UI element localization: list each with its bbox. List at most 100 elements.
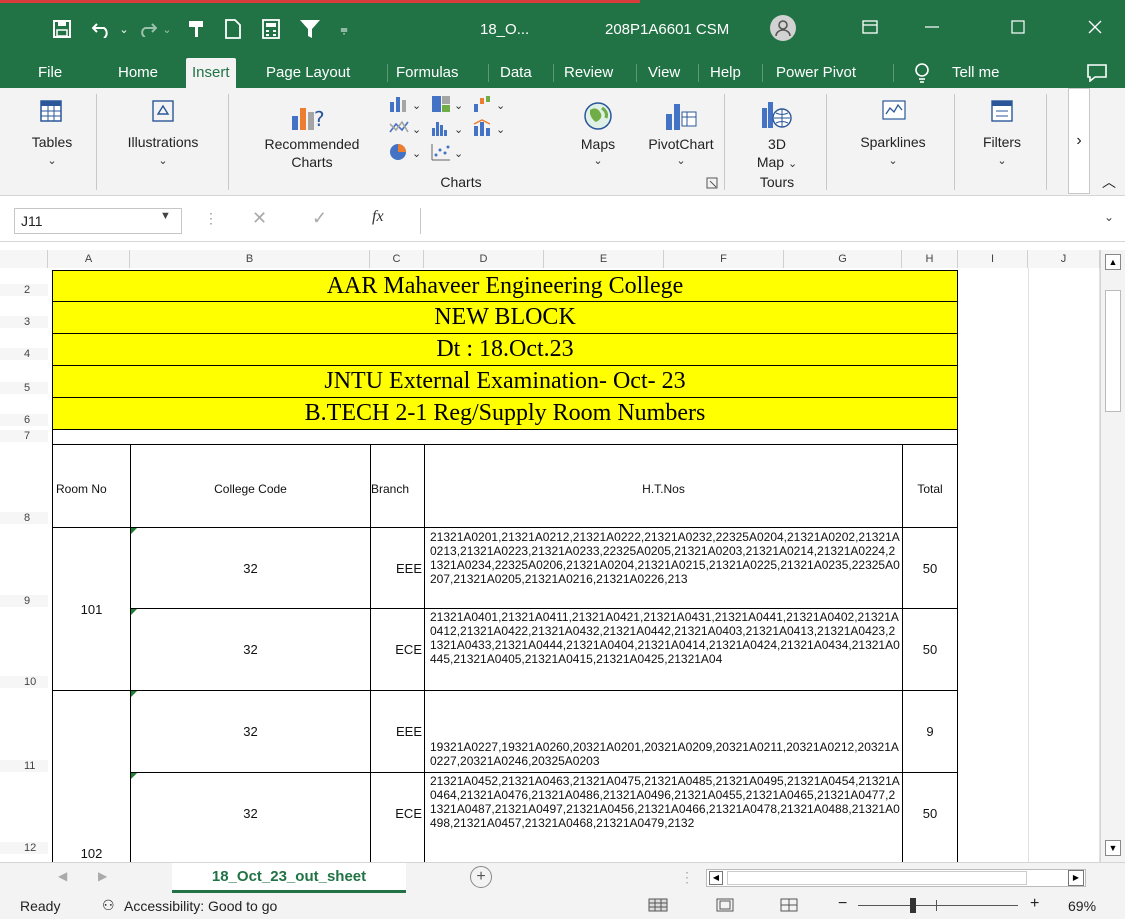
accessibility-icon[interactable]: ⚇ [102, 897, 115, 914]
page-break-view-icon[interactable] [780, 898, 798, 915]
row-header-9[interactable]: 9 [0, 595, 48, 607]
tab-insert[interactable]: Insert [186, 58, 236, 88]
lightbulb-icon[interactable] [914, 58, 930, 88]
tables-button[interactable]: Tables ⌄ [12, 88, 92, 194]
tab-help[interactable]: Help [710, 58, 741, 88]
room-102-cell[interactable] [52, 690, 131, 862]
column-header-g[interactable]: G [784, 250, 902, 268]
format-painter-icon[interactable] [182, 14, 210, 44]
row-header-8[interactable]: 8 [0, 512, 48, 524]
enter-icon[interactable]: ✓ [312, 208, 327, 229]
sheet-tab-active[interactable]: 18_Oct_23_out_sheet [172, 863, 406, 893]
row-header-5[interactable]: 5 [0, 382, 48, 394]
tab-power-pivot[interactable]: Power Pivot [776, 58, 856, 88]
tab-file[interactable]: File [38, 58, 62, 88]
exam-cell[interactable]: JNTU External Examination- Oct- 23 [52, 365, 958, 398]
column-header-f[interactable]: F [664, 250, 784, 268]
tab-formulas[interactable]: Formulas [396, 58, 459, 88]
vertical-scrollbar[interactable]: ▲ ▼ [1100, 250, 1125, 862]
tab-home[interactable]: Home [118, 58, 158, 88]
column-header-d[interactable]: D [424, 250, 544, 268]
name-box-dropdown-icon[interactable]: ▼ [160, 210, 171, 222]
column-header-b[interactable]: B [130, 250, 370, 268]
collapse-ribbon-icon[interactable]: ︿ [1098, 172, 1120, 192]
redo-dropdown-icon[interactable]: ⌄ [160, 14, 174, 44]
user-avatar-icon[interactable] [770, 15, 796, 41]
zoom-slider-thumb[interactable] [910, 898, 916, 913]
tell-me-search[interactable]: Tell me [952, 58, 1000, 88]
insert-function-icon[interactable]: fx [372, 208, 384, 226]
dialog-launcher-icon[interactable] [706, 176, 718, 194]
pie-chart-icon[interactable]: ⌄ [388, 142, 426, 167]
maps-button[interactable]: Maps ⌄ [564, 88, 632, 194]
sheet-next-icon[interactable]: ▶ [98, 869, 107, 883]
name-box[interactable]: J11 [14, 208, 182, 234]
scroll-down-icon[interactable]: ▼ [1105, 840, 1121, 856]
column-header-a[interactable]: A [48, 250, 130, 268]
add-sheet-icon[interactable]: + [470, 866, 492, 888]
combo-chart-icon[interactable]: ⌄ [472, 118, 510, 143]
save-icon[interactable] [48, 14, 76, 44]
cancel-icon[interactable]: ✕ [252, 208, 267, 229]
zoom-in-button[interactable]: + [1030, 895, 1039, 913]
comments-icon[interactable] [1087, 58, 1107, 88]
row-header-7[interactable]: 7 [0, 430, 48, 442]
ribbon-more-button[interactable]: › [1068, 88, 1090, 194]
line-chart-icon[interactable]: ⌄ [388, 118, 426, 143]
maximize-icon[interactable] [998, 12, 1038, 42]
horizontal-scroll-thumb[interactable] [727, 871, 1027, 885]
scroll-left-icon[interactable]: ◀ [709, 871, 723, 885]
column-chart-icon[interactable]: ⌄ [388, 94, 426, 119]
course-cell[interactable]: B.TECH 2-1 Reg/Supply Room Numbers [52, 397, 958, 430]
sparklines-button[interactable]: Sparklines ⌄ [842, 88, 944, 194]
horizontal-scrollbar[interactable]: ◀ [706, 869, 1086, 887]
page-layout-view-icon[interactable] [716, 898, 734, 915]
zoom-out-button[interactable]: − [838, 895, 847, 913]
block-cell[interactable]: NEW BLOCK [52, 301, 958, 334]
row-header-2[interactable]: 2 [0, 284, 48, 296]
row-header-6[interactable]: 6 [0, 414, 48, 426]
customize-qat-icon[interactable]: ⩦ [336, 14, 352, 44]
recommended-charts-button[interactable]: ? Recommended Charts [238, 88, 386, 194]
undo-dropdown-icon[interactable]: ⌄ [117, 14, 131, 44]
expand-formula-bar-icon[interactable]: ⌄ [1104, 210, 1114, 224]
scroll-right-icon[interactable]: ▶ [1068, 870, 1084, 886]
user-name[interactable]: 208P1A6601 CSM [605, 21, 729, 38]
row-header-4[interactable]: 4 [0, 348, 48, 360]
row-header-11[interactable]: 11 [0, 760, 48, 772]
column-header-h[interactable]: H [902, 250, 958, 268]
tab-review[interactable]: Review [564, 58, 613, 88]
tab-splitter-icon[interactable]: ⋮ [680, 869, 694, 886]
zoom-slider-track[interactable] [858, 905, 1018, 906]
illustrations-button[interactable]: Illustrations ⌄ [104, 88, 222, 194]
scatter-chart-icon[interactable]: ⌄ [430, 142, 468, 167]
empty-row-7[interactable] [52, 429, 958, 445]
close-icon[interactable] [1075, 12, 1115, 42]
column-header-c[interactable]: C [370, 250, 424, 268]
filters-button[interactable]: Filters ⌄ [964, 88, 1040, 194]
row-header-12[interactable]: 12 [0, 842, 48, 854]
normal-view-icon[interactable] [648, 898, 668, 915]
new-file-icon[interactable] [220, 14, 246, 44]
tab-data[interactable]: Data [500, 58, 532, 88]
ribbon-display-options-icon[interactable] [850, 12, 890, 42]
scroll-thumb[interactable] [1105, 290, 1121, 412]
select-all-corner[interactable] [0, 250, 48, 268]
formula-input[interactable] [420, 208, 1120, 234]
undo-icon[interactable] [88, 14, 116, 44]
tab-view[interactable]: View [648, 58, 680, 88]
column-header-e[interactable]: E [544, 250, 664, 268]
redo-icon[interactable] [136, 14, 160, 44]
college-name-cell[interactable]: AAR Mahaveer Engineering College [52, 270, 958, 302]
filter-icon[interactable] [296, 14, 324, 44]
minimize-icon[interactable] [912, 12, 952, 42]
statistic-chart-icon[interactable]: ⌄ [430, 118, 468, 143]
row-header-3[interactable]: 3 [0, 316, 48, 328]
formula-bar-grip-icon[interactable]: ⋮ [204, 210, 218, 227]
hierarchy-chart-icon[interactable]: ⌄ [430, 94, 468, 119]
column-header-i[interactable]: I [958, 250, 1028, 268]
calculator-icon[interactable] [258, 14, 284, 44]
scroll-up-icon[interactable]: ▲ [1105, 254, 1121, 270]
zoom-level[interactable]: 69% [1068, 898, 1096, 914]
sheet-prev-icon[interactable]: ◀ [58, 869, 67, 883]
